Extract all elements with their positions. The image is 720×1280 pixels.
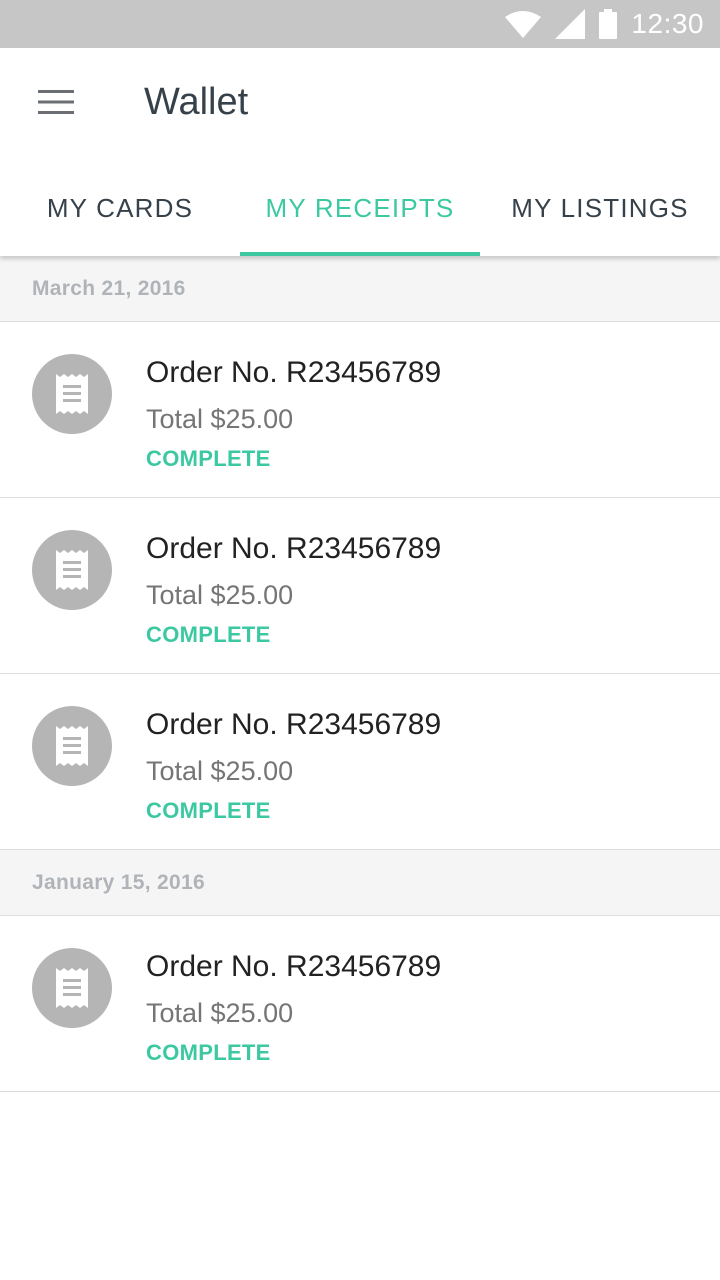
order-total: Total $25.00 <box>146 580 294 610</box>
receipt-icon <box>32 354 112 434</box>
order-status: COMPLETE <box>146 1040 271 1065</box>
order-number: Order No. R23456789 <box>146 708 442 741</box>
order-number: Order No. R23456789 <box>146 950 442 983</box>
receipt-row[interactable]: Order No. R23456789 Total $25.00 COMPLET… <box>0 674 720 850</box>
wifi-icon <box>505 10 542 38</box>
order-status: COMPLETE <box>146 622 271 647</box>
order-number: Order No. R23456789 <box>146 356 442 389</box>
receipt-row[interactable]: Order No. R23456789 Total $25.00 COMPLET… <box>0 322 720 498</box>
menu-button[interactable] <box>24 76 88 132</box>
receipt-icon <box>32 706 112 786</box>
section-date-header: March 21, 2016 <box>0 256 720 322</box>
app-bar: Wallet <box>0 48 720 160</box>
order-number: Order No. R23456789 <box>146 532 442 565</box>
order-total: Total $25.00 <box>146 404 294 434</box>
tab-bar: MY CARDS MY RECEIPTS MY LISTINGS <box>0 160 720 256</box>
receipt-icon <box>32 530 112 610</box>
order-total: Total $25.00 <box>146 998 294 1028</box>
tab-my-receipts[interactable]: MY RECEIPTS <box>240 160 480 256</box>
receipt-row[interactable]: Order No. R23456789 Total $25.00 COMPLET… <box>0 498 720 674</box>
status-bar: 12:30 <box>0 0 720 48</box>
tab-my-cards[interactable]: MY CARDS <box>0 160 240 256</box>
tab-my-listings[interactable]: MY LISTINGS <box>480 160 720 256</box>
order-status: COMPLETE <box>146 798 271 823</box>
order-total: Total $25.00 <box>146 756 294 786</box>
receipt-row[interactable]: Order No. R23456789 Total $25.00 COMPLET… <box>0 916 720 1092</box>
section-date-header: January 15, 2016 <box>0 850 720 916</box>
battery-icon <box>599 9 618 39</box>
status-time: 12:30 <box>631 8 704 39</box>
receipt-icon <box>32 948 112 1028</box>
receipt-list: March 21, 2016 Order No. R23456789 Total… <box>0 256 720 1092</box>
hamburger-menu-icon <box>38 89 74 119</box>
signal-icon <box>555 9 586 39</box>
page-title: Wallet <box>144 81 249 123</box>
order-status: COMPLETE <box>146 446 271 471</box>
